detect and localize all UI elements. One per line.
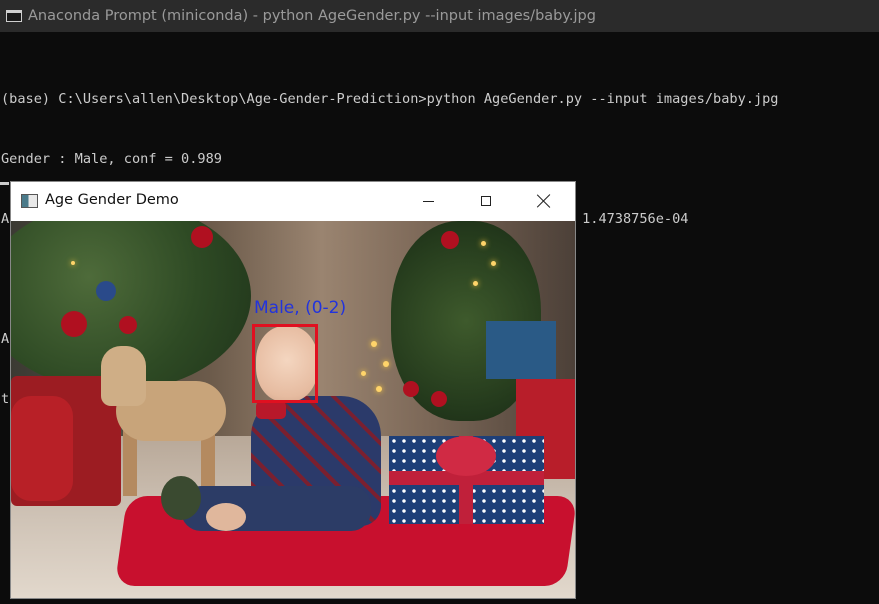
ornament bbox=[191, 226, 213, 248]
gift-bow bbox=[436, 436, 496, 476]
baby-bow-tie bbox=[256, 401, 286, 419]
face-detection-box bbox=[252, 324, 318, 403]
console-line-gender: Gender : Male, conf = 0.989 bbox=[1, 151, 222, 167]
age-gender-demo-window[interactable]: Age Gender Demo Male, (0-2) bbox=[10, 181, 576, 599]
result-image: Male, (0-2) bbox=[11, 221, 575, 598]
fairy-light bbox=[376, 386, 382, 392]
ornament bbox=[403, 381, 419, 397]
maximize-button[interactable] bbox=[457, 182, 515, 220]
fairy-light bbox=[71, 261, 75, 265]
fairy-light bbox=[491, 261, 496, 266]
red-round-box bbox=[11, 396, 73, 501]
blue-gift-box-back bbox=[486, 321, 556, 379]
ornament bbox=[441, 231, 459, 249]
fairy-light bbox=[371, 341, 377, 347]
ornament bbox=[96, 281, 116, 301]
close-button[interactable] bbox=[515, 182, 573, 220]
fairy-light bbox=[481, 241, 486, 246]
baby-shoe bbox=[161, 476, 201, 520]
image-window-icon bbox=[21, 194, 38, 208]
popup-window-title: Age Gender Demo bbox=[45, 192, 179, 208]
ornament bbox=[61, 311, 87, 337]
minimize-icon bbox=[422, 200, 434, 202]
console-title-bar[interactable]: Anaconda Prompt (miniconda) - python Age… bbox=[0, 0, 879, 32]
detection-label: Male, (0-2) bbox=[254, 298, 347, 318]
minimize-button[interactable] bbox=[399, 182, 457, 220]
baby-hand bbox=[206, 503, 246, 531]
console-window-title: Anaconda Prompt (miniconda) - python Age… bbox=[28, 8, 596, 24]
ornament bbox=[119, 316, 137, 334]
console-line-command: (base) C:\Users\allen\Desktop\Age-Gender… bbox=[1, 91, 779, 107]
fairy-light bbox=[473, 281, 478, 286]
rocking-horse-head bbox=[101, 346, 146, 406]
fairy-light bbox=[383, 361, 389, 367]
terminal-window-icon bbox=[6, 10, 22, 22]
console-cursor bbox=[0, 182, 9, 185]
fairy-light bbox=[361, 371, 366, 376]
maximize-icon bbox=[481, 196, 491, 206]
close-icon bbox=[537, 194, 551, 208]
popup-title-bar[interactable]: Age Gender Demo bbox=[11, 182, 575, 220]
ornament bbox=[431, 391, 447, 407]
